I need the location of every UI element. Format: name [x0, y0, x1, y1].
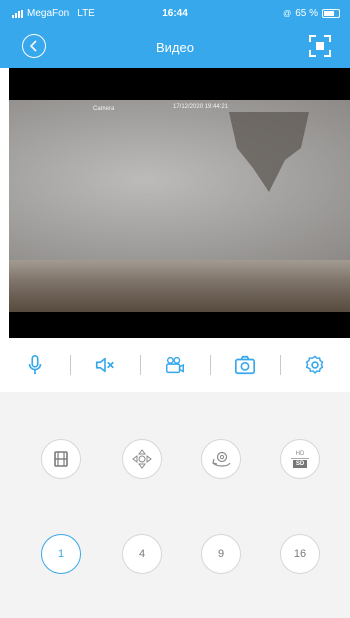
film-icon	[54, 451, 68, 467]
ptz-direction-icon	[132, 449, 152, 469]
header-bar: MegaFon LTE 16:44 @ 65 % Видео	[0, 0, 350, 68]
control-panel: HD SD 1 4 9 16	[0, 392, 350, 618]
hd-sd-icon: HD SD	[291, 451, 309, 468]
video-player[interactable]: Camera 17/12/2020 19:44:21	[9, 68, 350, 338]
record-icon	[166, 356, 184, 374]
status-bar: MegaFon LTE 16:44 @ 65 %	[0, 0, 350, 24]
camera-icon	[235, 355, 255, 375]
gear-icon	[305, 355, 324, 374]
record-button[interactable]	[140, 345, 210, 385]
quality-divider	[291, 457, 309, 459]
quality-toggle-button[interactable]: HD SD	[280, 439, 320, 479]
mute-button[interactable]	[70, 345, 140, 385]
osd-timestamp: 17/12/2020 19:44:21	[173, 104, 229, 110]
layout-9-button[interactable]: 9	[201, 534, 241, 574]
hd-label: HD	[295, 450, 305, 457]
video-toolbar	[0, 345, 350, 385]
battery-icon	[322, 9, 340, 18]
fullscreen-icon	[309, 35, 331, 57]
layout-16-button[interactable]: 16	[280, 534, 320, 574]
layout-9-label: 9	[217, 548, 225, 560]
page-title: Видео	[156, 40, 194, 55]
layout-4-button[interactable]: 4	[122, 534, 162, 574]
preset-button[interactable]	[201, 439, 241, 479]
layout-1-button[interactable]: 1	[41, 534, 81, 574]
layout-1-label: 1	[57, 548, 65, 560]
sd-label: SD	[292, 459, 308, 468]
playback-button[interactable]	[41, 439, 81, 479]
feed-sill	[9, 260, 350, 312]
layout-16-label: 16	[293, 548, 307, 560]
microphone-icon	[28, 355, 42, 375]
status-right: @ 65 %	[283, 8, 340, 19]
layout-4-label: 4	[138, 548, 146, 560]
osd-camera-label: Camera	[93, 106, 115, 112]
preset-icon	[212, 451, 231, 467]
alarm-icon: @	[283, 9, 292, 18]
battery-percent: 65 %	[295, 8, 318, 19]
mute-icon	[95, 357, 114, 373]
camera-feed	[9, 100, 350, 312]
fullscreen-button[interactable]	[308, 34, 332, 58]
snapshot-button[interactable]	[210, 345, 280, 385]
microphone-button[interactable]	[0, 345, 70, 385]
settings-button[interactable]	[280, 345, 350, 385]
ptz-button[interactable]	[122, 439, 162, 479]
